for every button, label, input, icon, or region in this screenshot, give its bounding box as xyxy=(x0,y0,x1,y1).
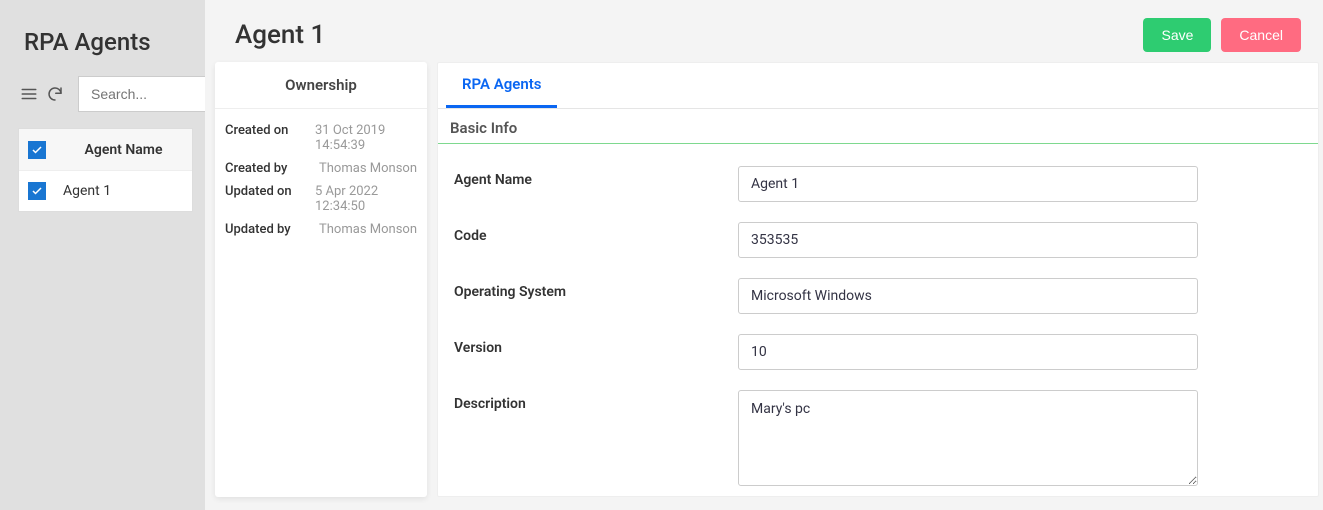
description-label: Description xyxy=(438,390,738,412)
description-textarea[interactable] xyxy=(738,390,1198,486)
menu-icon[interactable] xyxy=(20,84,38,104)
table-row[interactable]: Agent 1 xyxy=(19,171,192,211)
header-bar: Agent 1 Save Cancel xyxy=(205,0,1323,62)
version-label: Version xyxy=(438,334,738,356)
created-by-label: Created by xyxy=(225,161,315,176)
left-panel-title: RPA Agents xyxy=(0,0,205,68)
code-input[interactable] xyxy=(738,222,1198,258)
table-header-row: Agent Name xyxy=(19,129,192,171)
code-label: Code xyxy=(438,222,738,244)
created-on-value: 31 Oct 2019 14:54:39 xyxy=(315,123,417,153)
updated-by-label: Updated by xyxy=(225,222,315,237)
os-label: Operating System xyxy=(438,278,738,300)
agent-name-input[interactable] xyxy=(738,166,1198,202)
agents-table: Agent Name Agent 1 xyxy=(18,128,193,212)
cancel-button[interactable]: Cancel xyxy=(1221,18,1301,52)
updated-by-value: Thomas Monson xyxy=(315,222,417,237)
agent-name-label: Agent Name xyxy=(438,166,738,188)
row-checkbox[interactable] xyxy=(28,182,46,200)
created-on-label: Created on xyxy=(225,123,315,153)
updated-on-value: 5 Apr 2022 12:34:50 xyxy=(315,184,417,214)
row-agent-name: Agent 1 xyxy=(55,183,192,199)
section-title: Basic Info xyxy=(438,109,1318,144)
main-panel: Agent 1 Save Cancel Ownership Created on… xyxy=(205,0,1323,510)
page-title: Agent 1 xyxy=(235,20,325,50)
os-input[interactable] xyxy=(738,278,1198,314)
tab-rpa-agents[interactable]: RPA Agents xyxy=(446,63,557,108)
column-header-agent-name[interactable]: Agent Name xyxy=(55,142,192,158)
left-toolbar xyxy=(0,68,205,120)
updated-on-label: Updated on xyxy=(225,184,315,214)
tabs: RPA Agents xyxy=(438,63,1318,109)
detail-card: RPA Agents Basic Info Agent Name Code Op… xyxy=(437,62,1319,497)
refresh-icon[interactable] xyxy=(46,84,64,104)
select-all-checkbox[interactable] xyxy=(28,141,46,159)
ownership-title: Ownership xyxy=(215,62,427,109)
form: Agent Name Code Operating System Version… xyxy=(438,144,1318,496)
ownership-card: Ownership Created on 31 Oct 2019 14:54:3… xyxy=(215,62,427,497)
save-button[interactable]: Save xyxy=(1143,18,1211,52)
left-panel: RPA Agents Agent Name Agent 1 xyxy=(0,0,205,510)
version-input[interactable] xyxy=(738,334,1198,370)
created-by-value: Thomas Monson xyxy=(315,161,417,176)
